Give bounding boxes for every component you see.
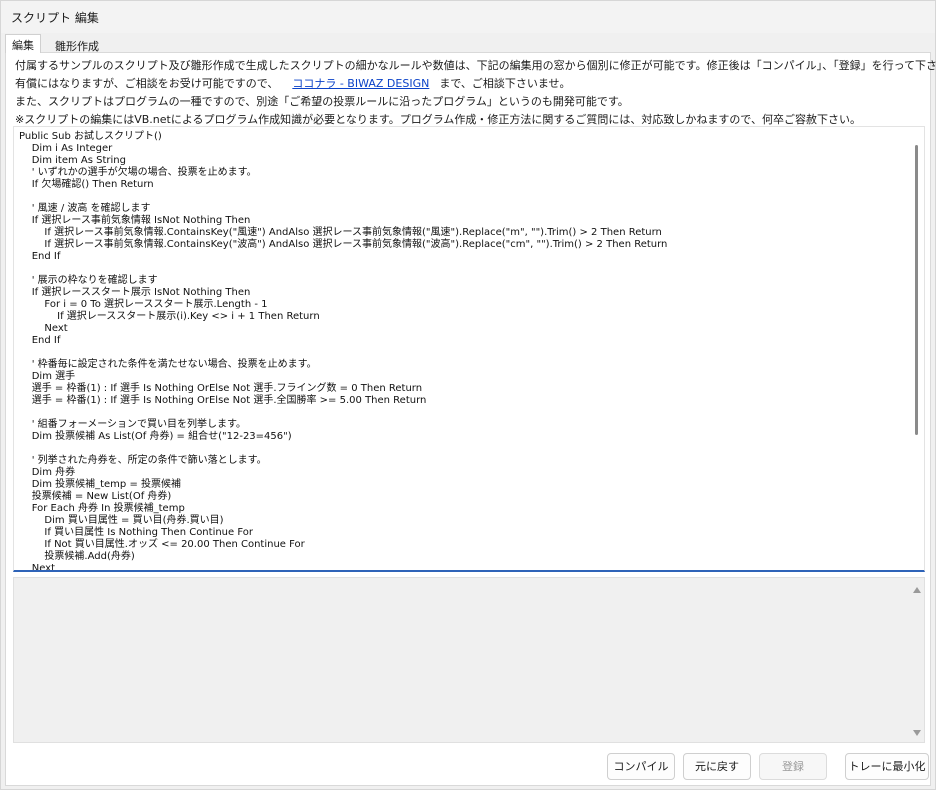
script-editor[interactable]: Public Sub お試しスクリプト() Dim i As Integer D… — [13, 126, 925, 572]
note-line-2-prefix: 有償にはなりますが、ご相談をお受け可能ですので、 — [15, 77, 279, 90]
note-line-1: 付属するサンプルのスクリプト及び雛形作成で生成したスクリプトの細かなルールや数値… — [15, 59, 936, 72]
coconala-link[interactable]: ココナラ - BIWAZ DESIGN — [292, 77, 429, 90]
editor-scrollbar[interactable] — [910, 127, 924, 570]
instructions: 付属するサンプルのスクリプト及び雛形作成で生成したスクリプトの細かなルールや数値… — [15, 58, 936, 130]
editor-scrollbar-thumb[interactable] — [915, 145, 918, 435]
script-code-text[interactable]: Public Sub お試しスクリプト() Dim i As Integer D… — [19, 131, 909, 570]
minimize-to-tray-button[interactable]: トレーに最小化 — [845, 753, 929, 780]
compile-output-area[interactable] — [13, 577, 925, 743]
compile-button[interactable]: コンパイル — [607, 753, 675, 780]
register-button[interactable]: 登録 — [759, 753, 827, 780]
tab-bar: 編集 雛形作成 — [5, 34, 931, 54]
note-line-2-suffix: まで、ご相談下さいませ。 — [439, 77, 571, 90]
undo-button[interactable]: 元に戻す — [683, 753, 751, 780]
window-title: スクリプト 編集 — [11, 11, 99, 25]
output-scrollbar[interactable] — [910, 578, 924, 742]
scroll-down-arrow-icon[interactable] — [913, 730, 921, 736]
edit-panel: 付属するサンプルのスクリプト及び雛形作成で生成したスクリプトの細かなルールや数値… — [5, 53, 936, 786]
scroll-up-arrow-icon[interactable] — [913, 587, 921, 593]
tab-edit[interactable]: 編集 — [5, 34, 41, 54]
note-line-2: 有償にはなりますが、ご相談をお受け可能ですので、 ココナラ - BIWAZ DES… — [15, 76, 925, 94]
title-bar[interactable]: スクリプト 編集 — [1, 1, 935, 33]
note-line-3: また、スクリプトはプログラムの一種ですので、別途「ご希望の投票ルールに沿ったプロ… — [15, 95, 629, 108]
script-edit-window: スクリプト 編集 編集 雛形作成 付属するサンプルのスクリプト及び雛形作成で生成… — [0, 0, 936, 790]
